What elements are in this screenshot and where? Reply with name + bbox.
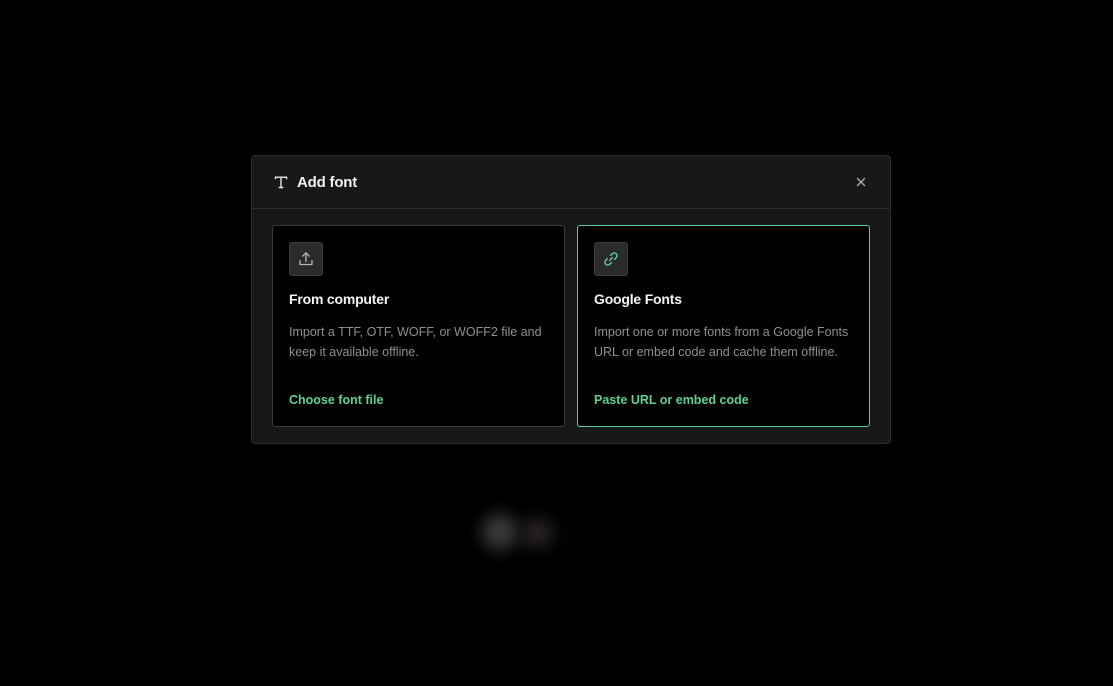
option-title: From computer xyxy=(289,291,390,307)
close-button[interactable] xyxy=(852,173,870,191)
option-title: Google Fonts xyxy=(594,291,682,307)
font-source-options: From computer Import a TTF, OTF, WOFF, o… xyxy=(272,225,870,427)
add-font-dialog: Add font From computer Import a TTF, OTF… xyxy=(251,155,891,444)
close-icon xyxy=(856,177,866,187)
dialog-title: Add font xyxy=(297,173,358,191)
paste-url-link[interactable]: Paste URL or embed code xyxy=(594,393,749,407)
link-icon xyxy=(594,242,628,276)
choose-font-file-link[interactable]: Choose font file xyxy=(289,393,383,407)
text-t-icon xyxy=(272,173,290,191)
upload-icon xyxy=(289,242,323,276)
option-description: Import a TTF, OTF, WOFF, or WOFF2 file a… xyxy=(289,325,542,359)
option-card-from-computer[interactable]: From computer Import a TTF, OTF, WOFF, o… xyxy=(272,225,565,427)
option-description: Import one or more fonts from a Google F… xyxy=(594,325,849,359)
option-card-google-fonts[interactable]: Google Fonts Import one or more fonts fr… xyxy=(577,225,870,427)
dialog-header: Add font xyxy=(252,156,890,209)
